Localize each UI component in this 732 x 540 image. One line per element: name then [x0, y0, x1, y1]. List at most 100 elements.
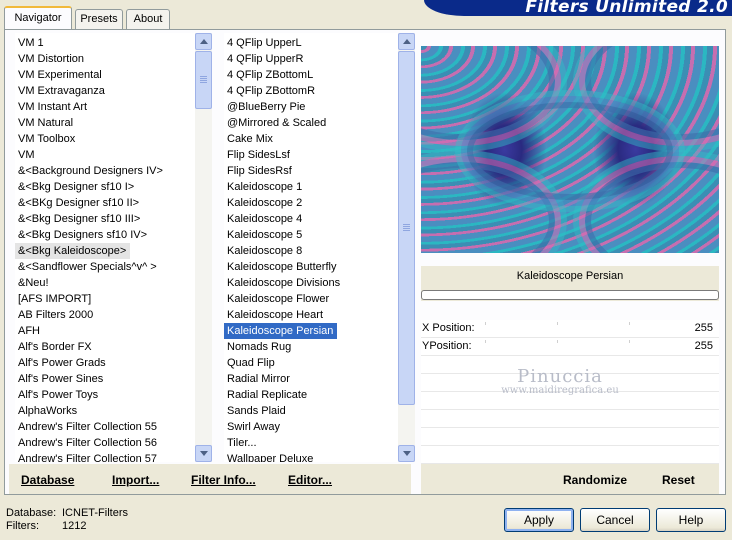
filter-list-item[interactable]: Quad Flip: [224, 355, 279, 371]
filter-list-item[interactable]: @Mirrored & Scaled: [224, 115, 330, 131]
filter-list-item[interactable]: Kaleidoscope Divisions: [224, 275, 344, 291]
filter-list-item[interactable]: Swirl Away: [224, 419, 284, 435]
filter-scroll-thumb[interactable]: [398, 51, 415, 405]
category-list-item[interactable]: Andrew's Filter Collection 55: [15, 419, 161, 435]
category-list[interactable]: VM 1 VM Distortion VM Experimental VM Extra…: [15, 33, 212, 462]
category-list-item[interactable]: &<Background Designers IV>: [15, 163, 167, 179]
category-scroll-down-button[interactable]: [195, 445, 212, 462]
filter-list-item[interactable]: Flip SidesRsf: [224, 163, 296, 179]
filter-list-item[interactable]: 4 QFlip UpperR: [224, 51, 307, 67]
param-label: YPosition:: [422, 340, 472, 352]
category-scrollbar[interactable]: [195, 33, 212, 462]
filter-list-item[interactable]: Radial Mirror: [224, 371, 294, 387]
category-list-item[interactable]: VM Instant Art: [15, 99, 91, 115]
filter-list-item[interactable]: 4 QFlip UpperL: [224, 35, 306, 51]
filter-list-item[interactable]: Kaleidoscope 2: [224, 195, 306, 211]
param-row-empty: [421, 356, 719, 374]
category-list-item[interactable]: Alf's Power Sines: [15, 371, 107, 387]
filter-scrollbar[interactable]: [398, 33, 415, 462]
filter-list-item[interactable]: @BlueBerry Pie: [224, 99, 309, 115]
filter-list-item[interactable]: Sands Plaid: [224, 403, 290, 419]
filters-count-value: 1212: [62, 520, 87, 532]
category-list-item[interactable]: Alf's Border FX: [15, 339, 96, 355]
filter-list-item[interactable]: 4 QFlip ZBottomR: [224, 83, 319, 99]
filter-scroll-down-button[interactable]: [398, 445, 415, 462]
param-row-empty: [421, 446, 719, 464]
param-value: 255: [694, 322, 713, 334]
filter-scroll-up-button[interactable]: [398, 33, 415, 50]
category-list-item[interactable]: &<Bkg Kaleidoscope>: [15, 243, 131, 259]
tab-about[interactable]: About: [126, 9, 170, 29]
category-list-item[interactable]: Alf's Power Grads: [15, 355, 110, 371]
filters-count-label: Filters:: [6, 520, 39, 532]
filter-list-item[interactable]: Tiler...: [224, 435, 261, 451]
filter-list-item[interactable]: Kaleidoscope 4: [224, 211, 306, 227]
filter-list-item[interactable]: Kaleidoscope Flower: [224, 291, 333, 307]
category-list-items: VM 1 VM Distortion VM Experimental VM Extra…: [15, 35, 195, 462]
filter-list-item[interactable]: Kaleidoscope 5: [224, 227, 306, 243]
category-list-item[interactable]: AB Filters 2000: [15, 307, 97, 323]
chevron-up-icon: [199, 39, 208, 44]
cancel-button[interactable]: Cancel: [580, 508, 650, 532]
filter-list-item[interactable]: Cake Mix: [224, 131, 277, 147]
category-list-item[interactable]: AlphaWorks: [15, 403, 81, 419]
category-list-item[interactable]: Alf's Power Toys: [15, 387, 102, 403]
filter-list-item[interactable]: Kaleidoscope 1: [224, 179, 306, 195]
category-scroll-up-button[interactable]: [195, 33, 212, 50]
param-row-empty: [421, 392, 719, 410]
category-list-item[interactable]: &<Bkg Designer sf10 III>: [15, 211, 144, 227]
category-list-item[interactable]: VM Distortion: [15, 51, 88, 67]
category-list-item[interactable]: VM 1: [15, 35, 48, 51]
tab-presets[interactable]: Presets: [75, 9, 123, 29]
preview-image: [421, 46, 719, 253]
category-list-item[interactable]: VM Experimental: [15, 67, 106, 83]
filter-list-item[interactable]: Kaleidoscope Butterfly: [224, 259, 340, 275]
category-list-item[interactable]: Andrew's Filter Collection 56: [15, 435, 161, 451]
category-list-item[interactable]: [AFS IMPORT]: [15, 291, 95, 307]
reset-button[interactable]: Reset: [662, 473, 695, 487]
category-list-item[interactable]: VM Toolbox: [15, 131, 79, 147]
filter-list-item[interactable]: Kaleidoscope Heart: [224, 307, 327, 323]
filter-list-item[interactable]: Radial Replicate: [224, 387, 311, 403]
filter-list-item[interactable]: Kaleidoscope 8: [224, 243, 306, 259]
filter-name-area: Kaleidoscope Persian: [421, 266, 719, 301]
tab-navigator[interactable]: Navigator: [4, 6, 72, 30]
preview-pattern: [461, 96, 679, 206]
filter-list-item[interactable]: 4 QFlip ZBottomL: [224, 67, 317, 83]
param-row-x-position[interactable]: X Position: 255: [421, 320, 719, 338]
category-list-item[interactable]: &<Sandflower Specials^v^ >: [15, 259, 161, 275]
category-list-item[interactable]: AFH: [15, 323, 44, 339]
slider-ticks: [485, 322, 679, 325]
filter-list[interactable]: 4 QFlip UpperL 4 QFlip UpperR 4 QFlip ZBot…: [224, 33, 415, 462]
category-list-item[interactable]: &<Bkg Designers sf10 IV>: [15, 227, 151, 243]
progress-bar: [421, 290, 719, 300]
param-row-empty: [421, 374, 719, 392]
import-button[interactable]: Import...: [112, 473, 159, 487]
category-list-item[interactable]: Andrew's Filter Collection 57: [15, 451, 161, 462]
category-list-item[interactable]: &Neu!: [15, 275, 53, 291]
param-row-y-position[interactable]: YPosition: 255: [421, 338, 719, 356]
category-list-item[interactable]: VM: [15, 147, 39, 163]
navigator-panel: VM 1 VM Distortion VM Experimental VM Extra…: [4, 29, 726, 495]
category-scroll-thumb[interactable]: [195, 51, 212, 109]
editor-button[interactable]: Editor...: [288, 473, 332, 487]
filter-list-item[interactable]: Flip SidesLsf: [224, 147, 294, 163]
parameter-toolbar: Randomize Reset: [421, 464, 719, 494]
category-list-item[interactable]: VM Natural: [15, 115, 77, 131]
category-list-item[interactable]: VM Extravaganza: [15, 83, 109, 99]
filter-list-item[interactable]: Wallpaper Deluxe: [224, 451, 317, 462]
filter-list-item[interactable]: Nomads Rug: [224, 339, 295, 355]
database-value: ICNET-Filters: [62, 507, 128, 519]
app-title: Filters Unlimited 2.0: [525, 0, 728, 16]
title-banner: Filters Unlimited 2.0: [424, 0, 732, 16]
database-label: Database:: [6, 507, 57, 519]
apply-button[interactable]: Apply: [504, 508, 574, 532]
slider-ticks: [485, 340, 679, 343]
database-button[interactable]: Database: [21, 473, 74, 487]
help-button[interactable]: Help: [656, 508, 726, 532]
category-list-item[interactable]: &<Bkg Designer sf10 I>: [15, 179, 138, 195]
filter-list-item[interactable]: Kaleidoscope Persian: [224, 323, 338, 339]
category-list-item[interactable]: &<BKg Designer sf10 II>: [15, 195, 143, 211]
randomize-button[interactable]: Randomize: [563, 473, 627, 487]
filter-info-button[interactable]: Filter Info...: [191, 473, 256, 487]
